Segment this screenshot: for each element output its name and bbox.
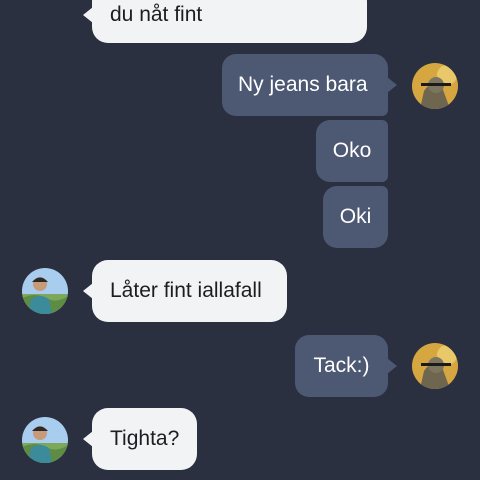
message-text: Ny jeans bara bbox=[238, 73, 368, 97]
contact-avatar[interactable] bbox=[22, 417, 68, 463]
message-text: Låter fint iallafall bbox=[110, 279, 262, 303]
my-avatar-photo-icon bbox=[412, 63, 458, 109]
message-text: Oko bbox=[332, 139, 372, 163]
my-avatar[interactable] bbox=[412, 63, 458, 109]
contact-avatar-photo-icon bbox=[22, 417, 68, 463]
incoming-message-bubble[interactable]: Låter fint iallafall bbox=[83, 260, 287, 322]
incoming-message-bubble[interactable]: Tighta? bbox=[83, 408, 197, 470]
chat-conversation: du nåt fint Ny jeans bara Oko Oki Låter … bbox=[0, 0, 480, 480]
outgoing-message-bubble[interactable]: Tack:) bbox=[295, 335, 397, 397]
message-text: Oki bbox=[339, 205, 372, 229]
contact-avatar[interactable] bbox=[22, 268, 68, 314]
message-text: du nåt fint bbox=[110, 2, 203, 26]
contact-avatar-photo-icon bbox=[22, 268, 68, 314]
outgoing-message-bubble[interactable]: Oki bbox=[323, 186, 388, 248]
my-avatar-photo-icon bbox=[412, 343, 458, 389]
outgoing-message-bubble[interactable]: Ny jeans bara bbox=[222, 54, 397, 116]
my-avatar[interactable] bbox=[412, 343, 458, 389]
incoming-message-bubble[interactable]: du nåt fint bbox=[83, 0, 367, 43]
message-text: Tack:) bbox=[313, 354, 370, 378]
message-text: Tighta? bbox=[110, 427, 180, 451]
outgoing-message-bubble[interactable]: Oko bbox=[316, 120, 388, 182]
